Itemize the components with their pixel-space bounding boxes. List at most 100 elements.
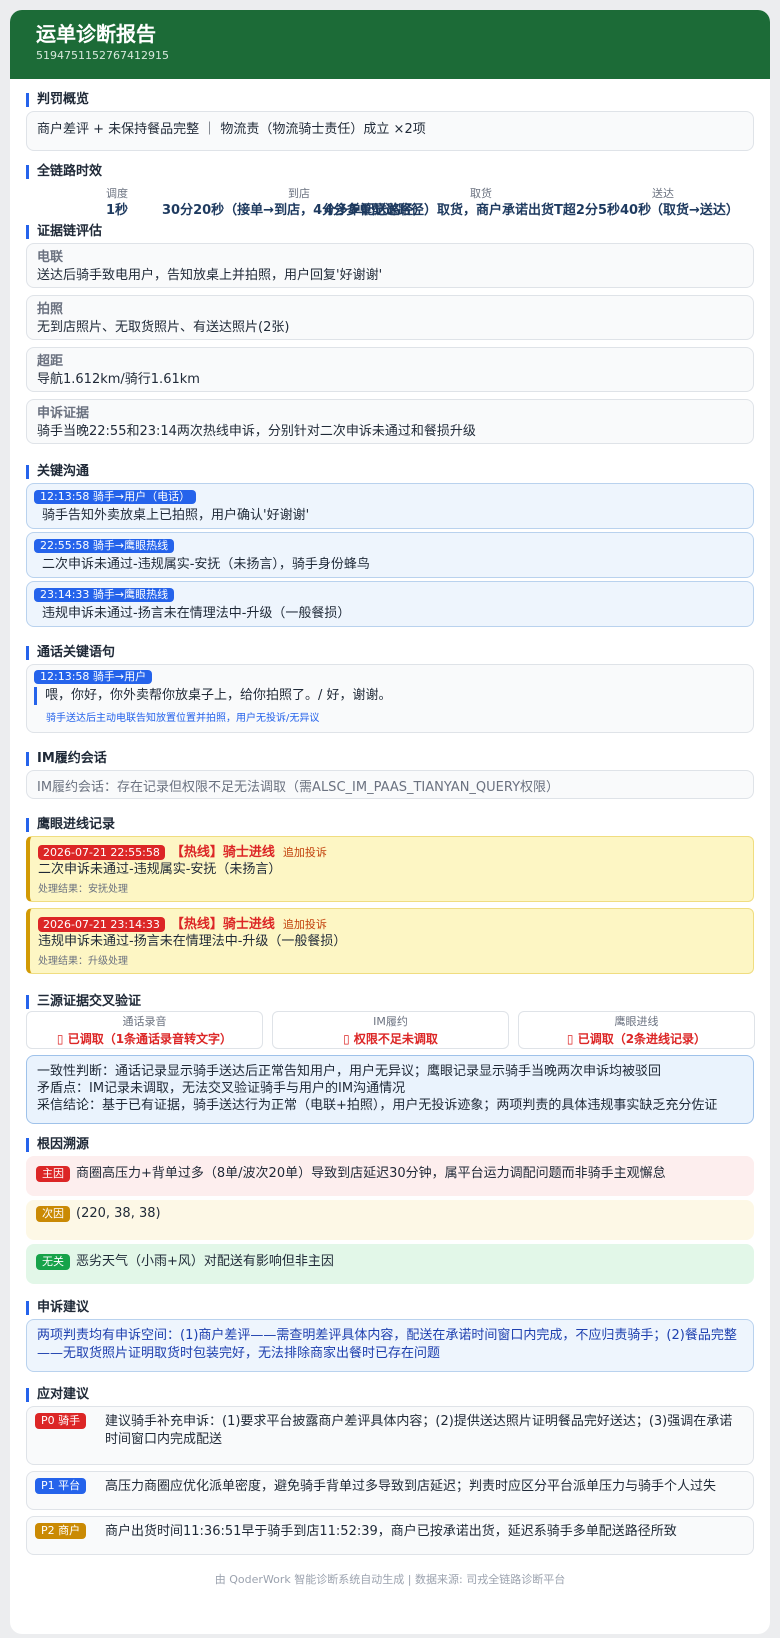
evidence-section: 证据链评估 电联 送达后骑手致电用户，告知放桌上并拍照，用户回复'好谢谢' 拍照… bbox=[10, 225, 770, 444]
section-title: 关键沟通 bbox=[26, 465, 754, 479]
comm-item: 23:14:33 骑手→鹰眼热线 违规申诉未通过-扬言未在情理法中-升级（一般餐… bbox=[26, 581, 754, 627]
section-title: IM履约会话 bbox=[26, 752, 754, 766]
evidence-card: 拍照 无到店照片、无取货照片、有送达照片(2张) bbox=[26, 295, 754, 340]
response-item: P0 骑手 建议骑手补充申诉：(1)要求平台披露商户差评具体内容；(2)提供送达… bbox=[26, 1406, 754, 1465]
eagle-result: 处理结果：升级处理 bbox=[38, 956, 128, 967]
stage-value-dispatch: 1秒 bbox=[106, 203, 129, 218]
section-title: 全链路时效 bbox=[26, 165, 754, 179]
call-time-tag: 12:13:58 骑手→用户 bbox=[34, 670, 153, 684]
judgement-line: 矛盾点：IM记录未调取，无法交叉验证骑手与用户的IM沟通情况 bbox=[37, 1081, 406, 1096]
eagle-text: 二次申诉未通过-违规属实-安抚（未扬言） bbox=[38, 862, 282, 877]
evidence-text: 送达后骑手致电用户，告知放桌上并拍照，用户回复'好谢谢' bbox=[37, 268, 383, 283]
eagle-record: 2026-07-21 22:55:58 【热线】骑士进线 追加投诉 二次申诉未通过-… bbox=[26, 836, 754, 902]
evidence-card: 超距 导航1.612km/骑行1.61km bbox=[26, 347, 754, 392]
source-label: 鹰眼进线 bbox=[614, 1015, 659, 1028]
source-value: ▯ 权限不足未调取 bbox=[343, 1032, 438, 1046]
cause-tag: 次因 bbox=[36, 1206, 70, 1222]
penalty-card: 商户差评 + 未保持餐品完整 ｜ 物流责（物流骑士责任）成立 ×2项 bbox=[26, 111, 754, 151]
comms-section: 关键沟通 12:13:58 骑手→用户（电话） 骑手告知外卖放桌上已拍照，用户确… bbox=[10, 465, 770, 627]
evidence-text: 导航1.612km/骑行1.61km bbox=[37, 372, 200, 387]
im-section: IM履约会话 IM履约会话：存在记录但权限不足无法调取（需ALSC_IM_PAA… bbox=[10, 752, 770, 799]
response-item: P2 商户 商户出货时间11:36:51早于骑手到店11:52:39，商户已按承… bbox=[26, 1516, 754, 1555]
eagle-time: 2026-07-21 23:14:33 bbox=[38, 917, 165, 932]
call-section: 通话关键语句 12:13:58 骑手→用户 喂，你好，你外卖帮你放桌子上，给你拍… bbox=[10, 646, 770, 733]
evidence-card: 电联 送达后骑手致电用户，告知放桌上并拍照，用户回复'好谢谢' bbox=[26, 243, 754, 288]
eagle-type: 【热线】骑士进线 bbox=[170, 845, 275, 860]
eagle-text: 违规申诉未通过-扬言未在情理法中-升级（一般餐损） bbox=[38, 934, 347, 949]
source-label: 通话录音 bbox=[122, 1015, 167, 1028]
section-title: 通话关键语句 bbox=[26, 646, 754, 660]
penalty-section: 判罚概览 商户差评 + 未保持餐品完整 ｜ 物流责（物流骑士责任）成立 ×2项 bbox=[10, 93, 770, 151]
comm-item: 12:13:58 骑手→用户（电话） 骑手告知外卖放桌上已拍照，用户确认'好谢谢… bbox=[26, 483, 754, 529]
priority-tag: P1 平台 bbox=[35, 1478, 87, 1494]
response-item: P1 平台 高压力商圈应优化派单密度，避免骑手背单过多导致到店延迟；判责时应区分… bbox=[26, 1471, 754, 1510]
comm-time-tag: 22:55:58 骑手→鹰眼热线 bbox=[34, 539, 175, 553]
appeal-box: 两项判责均有申诉空间：(1)商户差评——需查明差评具体内容，配送在承诺时间窗口内… bbox=[26, 1319, 754, 1372]
cause-secondary: 次因 (220, 38, 38) bbox=[26, 1200, 754, 1240]
section-title: 根因溯源 bbox=[26, 1138, 754, 1152]
timing-section: 全链路时效 调度 到店 取货 送达 1秒 30分20秒（接单→到店，4分多单配送… bbox=[10, 165, 770, 225]
judgement-box: 一致性判断：通话记录显示骑手送达后正常告知用户，用户无异议；鹰眼记录显示骑手当晚… bbox=[26, 1055, 754, 1124]
priority-tag: P0 骑手 bbox=[35, 1413, 87, 1429]
report-page: 运单诊断报告 5194751152767412915 判罚概览 商户差评 + 未… bbox=[10, 10, 770, 1634]
appeal-text: 两项判责均有申诉空间：(1)商户差评——需查明差评具体内容，配送在承诺时间窗口内… bbox=[37, 1328, 737, 1361]
response-text: 建议骑手补充申诉：(1)要求平台披露商户差评具体内容；(2)提供送达照片证明餐品… bbox=[105, 1414, 733, 1447]
report-header: 运单诊断报告 5194751152767412915 bbox=[10, 10, 770, 79]
cause-tag: 主因 bbox=[36, 1166, 70, 1182]
evidence-label: 拍照 bbox=[37, 302, 64, 317]
section-title: 申诉建议 bbox=[26, 1301, 754, 1315]
evidence-label: 电联 bbox=[37, 250, 64, 265]
call-quote: 喂，你好，你外卖帮你放桌子上，给你拍照了。/ 好，谢谢。 bbox=[34, 687, 746, 705]
appeal-section: 申诉建议 两项判责均有申诉空间：(1)商户差评——需查明差评具体内容，配送在承诺… bbox=[10, 1301, 770, 1372]
eagle-type: 【热线】骑士进线 bbox=[170, 917, 275, 932]
cause-text: (220, 38, 38) bbox=[76, 1206, 161, 1221]
cross-section: 三源证据交叉验证 通话录音 ▯ 已调取（1条通话录音转文字） IM履约 ▯ 权限… bbox=[10, 995, 770, 1124]
comm-text: 违规申诉未通过-扬言未在情理法中-升级（一般餐损） bbox=[42, 606, 351, 621]
priority-tag: P2 商户 bbox=[35, 1523, 87, 1539]
cause-tag: 无关 bbox=[36, 1254, 70, 1270]
judgement-line: 采信结论：基于已有证据，骑手送达行为正常（电联+拍照），用户无投诉迹象；两项判责… bbox=[37, 1098, 718, 1113]
cause-text: 恶劣天气（小雨+风）对配送有影响但非主因 bbox=[76, 1254, 334, 1269]
section-title: 判罚概览 bbox=[26, 93, 754, 107]
comm-time-tag: 12:13:58 骑手→用户（电话） bbox=[34, 490, 197, 504]
evidence-label: 超距 bbox=[37, 354, 64, 369]
source-card-eagle: 鹰眼进线 ▯ 已调取（2条进线记录） bbox=[518, 1011, 755, 1049]
evidence-text: 无到店照片、无取货照片、有送达照片(2张) bbox=[37, 320, 290, 335]
source-label: IM履约 bbox=[373, 1015, 408, 1028]
source-value: ▯ 已调取（2条进线记录） bbox=[566, 1032, 707, 1046]
stage-value-deliver: （取货→送达） bbox=[650, 203, 739, 218]
penalty-text: 商户差评 + 未保持餐品完整 ｜ 物流责（物流骑士责任）成立 ×2项 bbox=[37, 122, 426, 137]
comm-text: 骑手告知外卖放桌上已拍照，用户确认'好谢谢' bbox=[42, 508, 310, 523]
order-id: 5194751152767412915 bbox=[36, 49, 169, 62]
eagle-extra: 追加投诉 bbox=[282, 846, 327, 859]
source-value: ▯ 已调取（1条通话录音转文字） bbox=[56, 1032, 233, 1046]
judgement-line: 一致性判断：通话记录显示骑手送达后正常告知用户，用户无异议；鹰眼记录显示骑手当晚… bbox=[37, 1064, 662, 1079]
stage-value-pickup: 4分多单配送路径）取货，商户承诺出货T超2分5秒40秒 bbox=[324, 203, 652, 218]
comm-item: 22:55:58 骑手→鹰眼热线 二次申诉未通过-违规属实-安抚（未扬言），骑手… bbox=[26, 532, 754, 578]
root-section: 根因溯源 主因 商圈高压力+背单过多（8单/波次20单）导致到店延迟30分钟，属平… bbox=[10, 1138, 770, 1284]
source-row: 通话录音 ▯ 已调取（1条通话录音转文字） IM履约 ▯ 权限不足未调取 鹰眼进… bbox=[26, 1011, 755, 1049]
comm-time-tag: 23:14:33 骑手→鹰眼热线 bbox=[34, 588, 175, 602]
section-title: 证据链评估 bbox=[26, 225, 754, 239]
source-card-call: 通话录音 ▯ 已调取（1条通话录音转文字） bbox=[26, 1011, 263, 1049]
comm-text: 二次申诉未通过-违规属实-安抚（未扬言），骑手身份蜂鸟 bbox=[42, 557, 370, 572]
eagle-extra: 追加投诉 bbox=[282, 918, 327, 931]
eagle-section: 鹰眼进线记录 2026-07-21 22:55:58 【热线】骑士进线 追加投诉 二… bbox=[10, 818, 770, 974]
eagle-time: 2026-07-21 22:55:58 bbox=[38, 845, 165, 860]
eagle-result: 处理结果：安抚处理 bbox=[38, 884, 128, 895]
call-card: 12:13:58 骑手→用户 喂，你好，你外卖帮你放桌子上，给你拍照了。/ 好，… bbox=[26, 664, 754, 733]
evidence-card: 申诉证据 骑手当晚22:55和23:14两次热线申诉，分别针对二次申诉未通过和餐… bbox=[26, 399, 754, 444]
cause-text: 商圈高压力+背单过多（8单/波次20单）导致到店延迟30分钟，属平台运力调配问题… bbox=[76, 1166, 666, 1181]
section-title: 三源证据交叉验证 bbox=[26, 995, 754, 1009]
cause-primary: 主因 商圈高压力+背单过多（8单/波次20单）导致到店延迟30分钟，属平台运力调配… bbox=[26, 1156, 754, 1196]
source-card-im: IM履约 ▯ 权限不足未调取 bbox=[272, 1011, 509, 1049]
footer-note: 由 QoderWork 智能诊断系统自动生成 | 数据来源: 司戎全链路诊断平台 bbox=[214, 1573, 566, 1586]
evidence-label: 申诉证据 bbox=[37, 406, 90, 421]
call-note: 骑手送达后主动电联告知放置位置并拍照，用户无投诉/无异议 bbox=[46, 713, 320, 724]
response-text: 高压力商圈应优化派单密度，避免骑手背单过多导致到店延迟；判责时应区分平台派单压力… bbox=[105, 1479, 717, 1494]
response-text: 商户出货时间11:36:51早于骑手到店11:52:39，商户已按承诺出货，延迟… bbox=[105, 1524, 677, 1539]
cause-unrelated: 无关 恶劣天气（小雨+风）对配送有影响但非主因 bbox=[26, 1244, 754, 1284]
section-title: 应对建议 bbox=[26, 1388, 754, 1402]
page-title: 运单诊断报告 bbox=[36, 22, 156, 46]
section-title: 鹰眼进线记录 bbox=[26, 818, 754, 832]
